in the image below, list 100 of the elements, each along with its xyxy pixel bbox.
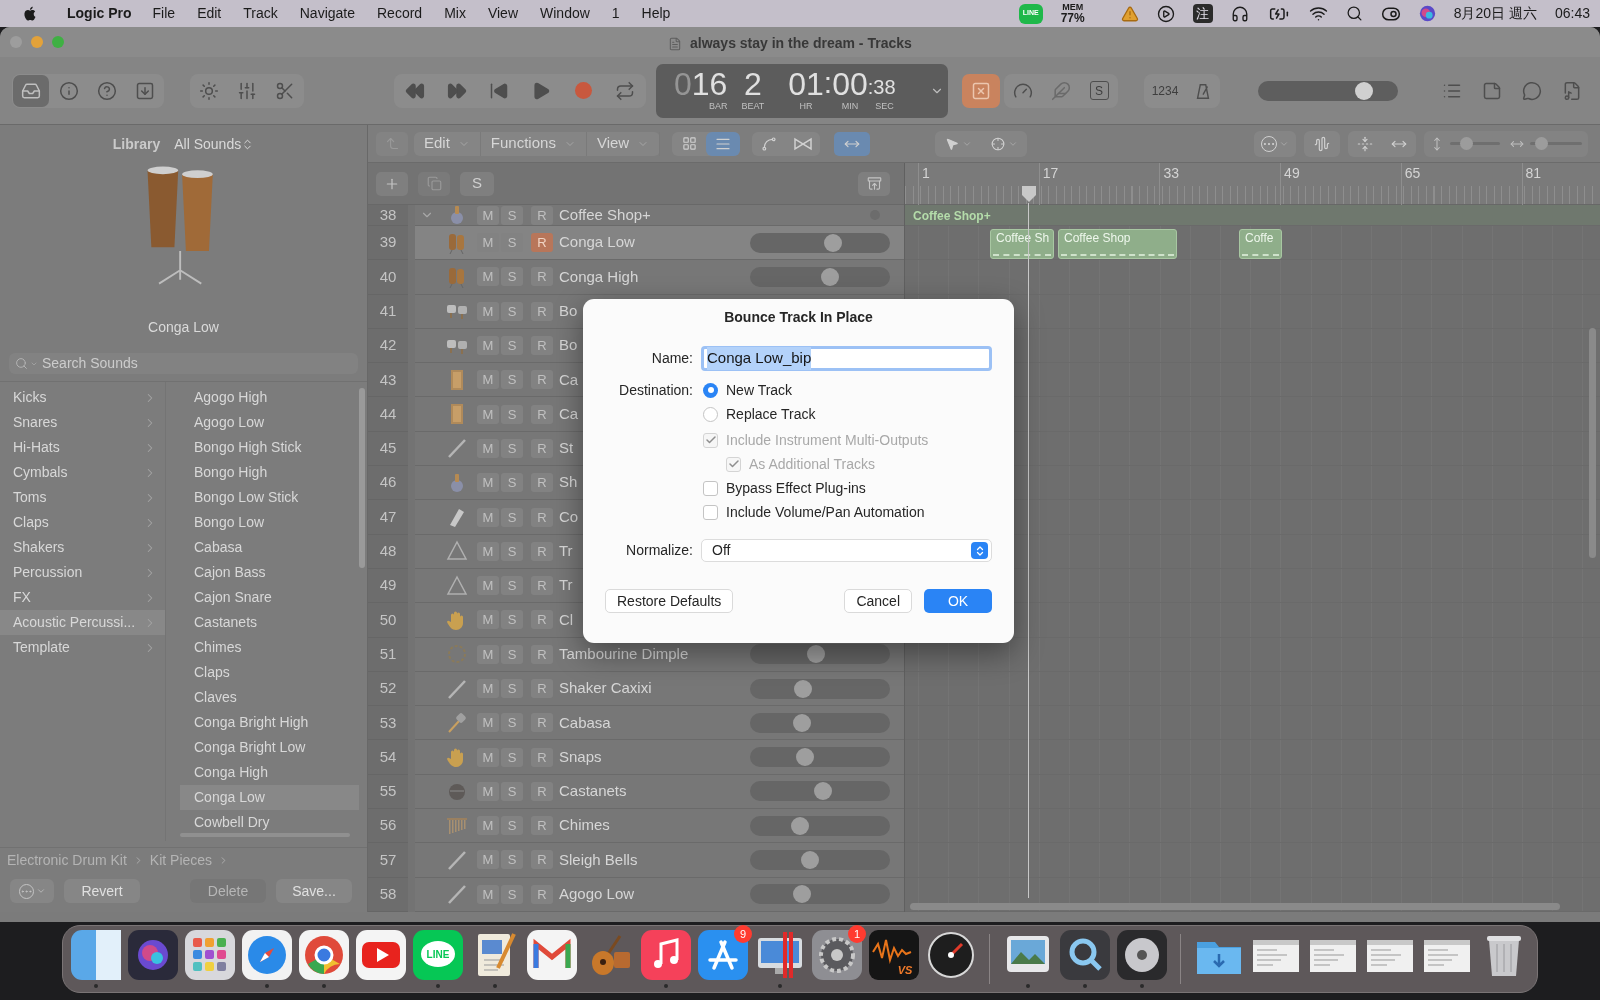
track-header[interactable]: M S R Snaps (415, 740, 904, 775)
warning-icon[interactable] (1120, 4, 1139, 23)
input-method[interactable]: 注 (1192, 4, 1213, 23)
record-button[interactable]: R (531, 301, 553, 321)
global-solo-button[interactable]: S (460, 171, 494, 196)
editor-menu[interactable]: Functions (480, 131, 587, 156)
revert-button[interactable]: Revert (64, 879, 140, 903)
mute-button[interactable]: M (477, 781, 499, 801)
volume-slider[interactable] (750, 644, 890, 665)
solo-button[interactable]: S (501, 301, 523, 321)
play-circle-icon[interactable] (1156, 4, 1175, 23)
back-button[interactable] (376, 131, 408, 156)
name-field[interactable]: Conga Low_bip (701, 346, 992, 371)
sound-item[interactable]: Bongo Low Stick (180, 485, 359, 510)
menu-item[interactable]: Record (366, 3, 434, 24)
menu-item[interactable]: File (141, 3, 187, 24)
menu-item[interactable]: Track (232, 3, 289, 24)
record-button[interactable]: R (531, 541, 553, 561)
solo-button[interactable]: S (501, 781, 523, 801)
volume-slider[interactable] (750, 678, 890, 699)
vertical-zoom-slider[interactable] (1450, 137, 1500, 150)
solo-button[interactable]: S (501, 205, 523, 225)
horizontal-zoom-slider[interactable] (1530, 137, 1582, 150)
volume-slider[interactable] (750, 781, 890, 802)
scrollbar[interactable] (1589, 328, 1596, 558)
waveform-icon[interactable]: VS (869, 930, 919, 980)
solo-button[interactable]: S (501, 850, 523, 870)
slider-knob[interactable] (795, 748, 814, 767)
gauge-icon[interactable] (926, 930, 976, 980)
sound-item[interactable]: Cabasa (180, 535, 359, 560)
radio-button[interactable] (703, 382, 718, 398)
volume-slider[interactable] (750, 884, 890, 905)
slider-knob[interactable] (806, 645, 825, 664)
solo-button[interactable]: S (501, 507, 523, 527)
editor-menu[interactable]: View (586, 131, 661, 156)
mute-button[interactable]: M (477, 507, 499, 527)
menu-item[interactable]: View (476, 3, 529, 24)
solo-button[interactable]: S (501, 747, 523, 767)
checkbox[interactable] (703, 480, 718, 496)
catch-region-button[interactable] (858, 171, 890, 196)
sound-item[interactable]: Castanets (180, 610, 359, 635)
sound-item[interactable]: Agogo High (180, 385, 359, 410)
solo-button[interactable]: S (501, 679, 523, 698)
track-header[interactable]: M S R Sleigh Bells (415, 843, 904, 878)
sounds-selector[interactable]: All Sounds (174, 134, 255, 155)
track-header[interactable]: M S R Conga Low (415, 226, 904, 261)
menu-item[interactable]: Navigate (288, 3, 366, 24)
sound-item[interactable]: Cowbell Dry (180, 810, 359, 835)
more-options-button[interactable] (1254, 130, 1296, 157)
record-button[interactable]: R (531, 438, 553, 458)
menu-date[interactable]: 8月20日 週六 (1453, 3, 1537, 24)
solo-button[interactable]: S (501, 438, 523, 458)
mute-button[interactable]: M (477, 850, 499, 870)
breadcrumb-item[interactable]: Kit Pieces (149, 850, 213, 871)
slider-knob[interactable] (794, 679, 813, 698)
breadcrumb-item[interactable]: Electronic Drum Kit (7, 850, 127, 871)
solo-button[interactable]: S (501, 336, 523, 356)
slider-knob[interactable] (1459, 137, 1473, 150)
slider-knob[interactable] (813, 782, 832, 801)
record-button[interactable]: R (531, 404, 553, 424)
record-button[interactable]: R (531, 370, 553, 390)
folder-track-header[interactable]: M S R Coffee Shop+ (415, 205, 904, 226)
ok-button[interactable]: OK (924, 589, 992, 613)
assistant-orb-icon[interactable] (1418, 5, 1436, 22)
solo-button[interactable]: S (501, 576, 523, 596)
mute-button[interactable]: M (477, 747, 499, 767)
category-item[interactable]: Percussion (0, 560, 165, 585)
record-button[interactable]: R (531, 747, 553, 767)
mute-button[interactable]: M (477, 370, 499, 390)
monitor-icon[interactable] (755, 930, 805, 980)
normalize-popup[interactable]: Off (701, 539, 992, 562)
replace-button[interactable] (962, 73, 1000, 108)
mute-button[interactable]: M (477, 438, 499, 458)
mute-button[interactable]: M (477, 541, 499, 561)
record-button[interactable]: R (531, 336, 553, 356)
mute-button[interactable]: M (477, 473, 499, 493)
solo-button[interactable]: S (501, 884, 523, 904)
sound-item[interactable]: Bongo High Stick (180, 435, 359, 460)
radio-button[interactable] (703, 406, 718, 422)
mute-button[interactable]: M (477, 576, 499, 596)
solo-button[interactable]: S (501, 404, 523, 424)
solo-button[interactable]: S (501, 473, 523, 493)
list-view-button[interactable] (706, 131, 741, 156)
waveform-zoom-button[interactable] (1304, 130, 1340, 157)
audio-region[interactable]: Coffee Shop (1058, 229, 1177, 259)
app-menu[interactable]: Logic Pro (57, 3, 142, 24)
playhead-handle-icon[interactable] (1021, 185, 1037, 203)
record-button[interactable]: R (531, 884, 553, 904)
slider-knob[interactable] (791, 816, 810, 835)
track-header[interactable]: M S R Cabasa (415, 706, 904, 741)
audio-region[interactable]: Coffe (1239, 229, 1282, 259)
mute-button[interactable]: M (477, 404, 499, 424)
minimize-button[interactable] (31, 36, 43, 48)
volume-slider[interactable] (750, 815, 890, 836)
save-button[interactable]: Save... (276, 879, 352, 903)
sound-item[interactable]: Bongo High (180, 460, 359, 485)
track-header[interactable]: M S R Shaker Caxixi (415, 671, 904, 707)
headphones-icon[interactable] (1230, 4, 1249, 23)
library-button[interactable] (13, 74, 49, 107)
orb-icon[interactable] (128, 930, 178, 980)
